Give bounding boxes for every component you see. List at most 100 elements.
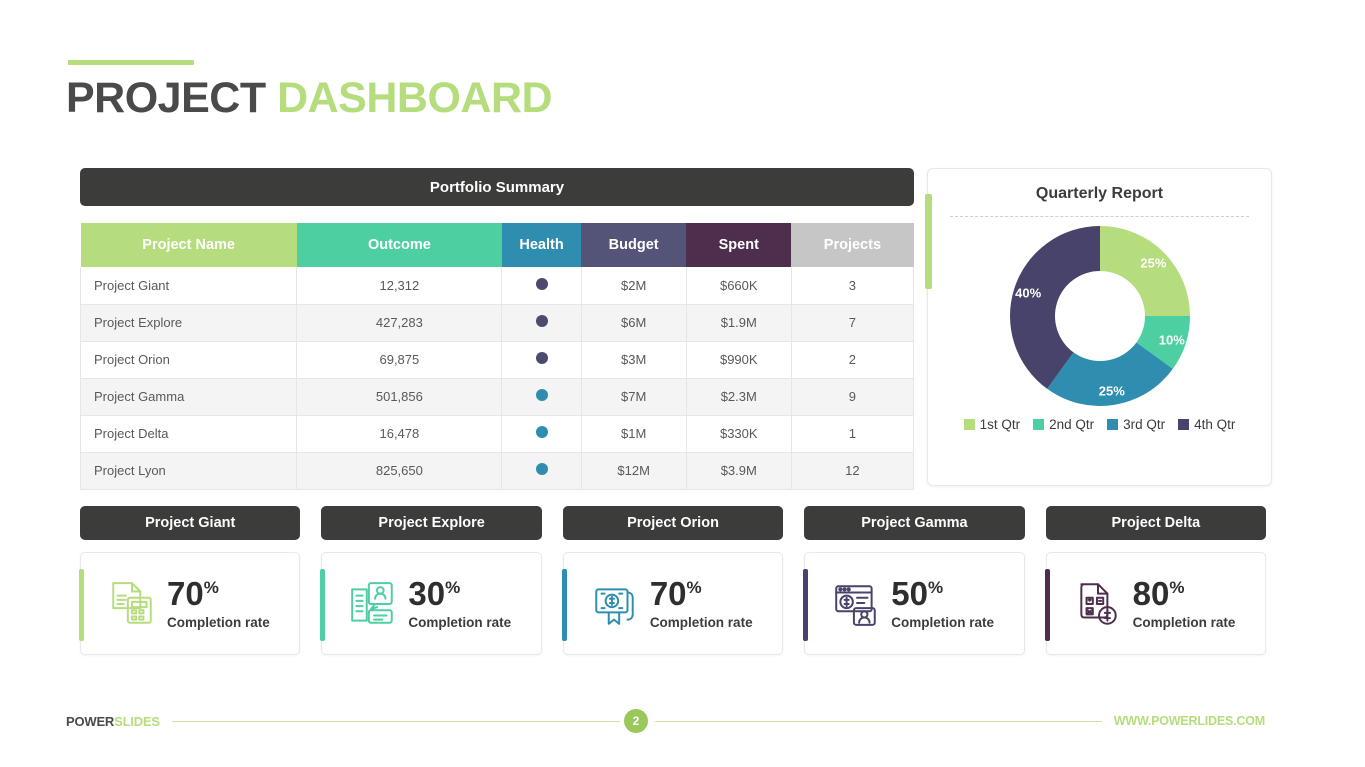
legend-label: 4th Qtr: [1194, 417, 1236, 432]
cell-health: [501, 267, 582, 305]
cell-budget: $7M: [581, 378, 687, 416]
completion-percent: 70%: [649, 575, 702, 612]
health-status-dot: [535, 277, 548, 290]
cell-spent: $660K: [686, 267, 792, 305]
cell-project-name: Project Giant: [79, 267, 298, 305]
health-status-dot: [535, 352, 548, 364]
cell-projects: 1: [791, 415, 915, 453]
cell-budget: $3M: [581, 341, 687, 379]
cell-spent: $990K: [686, 341, 792, 379]
book-profile-icon: [351, 581, 394, 624]
donut-chart-wrap: 25% 10% 25% 40%: [928, 221, 1271, 411]
browser-payment-person-icon: [835, 584, 876, 626]
legend-swatch-icon: [1178, 419, 1190, 430]
cell-budget: $6M: [581, 304, 687, 342]
brand-part1: POWER: [66, 714, 115, 729]
project-card-accent-bar: [79, 569, 84, 641]
cell-spent: $330K: [686, 415, 792, 453]
column-header-budget[interactable]: Budget: [581, 223, 687, 267]
cell-budget: $1M: [581, 415, 687, 453]
cell-projects: 2: [791, 341, 915, 379]
money-certificate-icon: [595, 587, 634, 625]
completion-label: Completion rate: [1132, 615, 1236, 630]
percent-symbol: %: [927, 578, 944, 597]
percent-symbol: %: [203, 578, 219, 597]
cell-health: [501, 378, 582, 416]
donut-chart: 25% 10% 25% 40%: [1009, 226, 1190, 406]
portfolio-panel-title: Portfolio Summary: [80, 168, 914, 206]
legend-item[interactable]: 2nd Qtr: [1033, 417, 1094, 432]
health-status-dot: [535, 315, 548, 327]
project-card-title[interactable]: Project Gamma: [804, 506, 1025, 540]
cell-outcome: 69,875: [296, 341, 503, 379]
column-header-projects[interactable]: Projects: [791, 223, 914, 267]
completion-percent: 70%: [167, 575, 219, 612]
column-header-outcome[interactable]: Outcome: [296, 223, 502, 267]
project-card: Project Gamma 50% Completion rate: [803, 506, 1025, 655]
cell-projects: 3: [791, 267, 915, 305]
completion-label: Completion rate: [167, 615, 270, 630]
percent-symbol: %: [686, 578, 702, 597]
page-title-part1: PROJECT: [66, 74, 266, 122]
completion-label: Completion rate: [408, 615, 512, 630]
percent-symbol: %: [445, 578, 461, 597]
project-card-title[interactable]: Project Delta: [1045, 506, 1267, 540]
legend-label: 2nd Qtr: [1049, 417, 1095, 432]
table-row[interactable]: Project Explore 427,283 $6M $1.9M 7: [79, 304, 915, 342]
cell-project-name: Project Explore: [79, 304, 298, 342]
project-card: Project Delta 80% Completion rate: [1044, 506, 1267, 655]
project-card-title[interactable]: Project Explore: [321, 506, 542, 540]
column-header-health[interactable]: Health: [501, 223, 582, 267]
project-card-accent-bar: [803, 569, 809, 641]
legend-item[interactable]: 4th Qtr: [1178, 417, 1235, 432]
cell-outcome: 825,650: [296, 452, 503, 490]
chart-legend: 1st Qtr 2nd Qtr 3rd Qtr 4th Qtr: [928, 417, 1271, 432]
project-card-accent-bar: [561, 569, 567, 641]
project-card-title[interactable]: Project Orion: [562, 506, 784, 540]
project-card-body: 70% Completion rate: [561, 552, 784, 655]
quarterly-report-title: Quarterly Report: [1035, 185, 1164, 202]
table-row[interactable]: Project Gamma 501,856 $7M $2.3M 9: [79, 378, 915, 416]
document-calculator-icon: [112, 581, 152, 624]
cell-projects: 7: [791, 304, 915, 342]
legend-item[interactable]: 1st Qtr: [963, 417, 1020, 432]
cell-health: [501, 304, 582, 342]
completion-percent: 30%: [408, 575, 461, 612]
cell-spent: $2.3M: [686, 378, 792, 416]
table-row[interactable]: Project Delta 16,478 $1M $330K 1: [79, 415, 915, 453]
cell-outcome: 12,312: [296, 267, 503, 305]
slide-root: PROJECT DASHBOARD Portfolio Summary Proj…: [0, 0, 1365, 767]
cell-project-name: Project Gamma: [79, 378, 298, 416]
completion-label: Completion rate: [891, 615, 994, 630]
footer-rule-left: [172, 721, 620, 722]
cell-projects: 12: [791, 452, 915, 490]
health-status-dot: [535, 463, 548, 475]
title-accent-rule: [68, 60, 194, 65]
cell-outcome: 427,283: [296, 304, 503, 342]
project-card-accent-bar: [320, 569, 326, 641]
project-card-title[interactable]: Project Giant: [80, 506, 301, 540]
project-card-text: 30% Completion rate: [408, 577, 511, 630]
project-card-text: 80% Completion rate: [1133, 577, 1236, 630]
percent-symbol: %: [1169, 578, 1185, 597]
donut-slice[interactable]: [1099, 226, 1190, 316]
project-card-text: 70% Completion rate: [167, 577, 270, 630]
cell-health: [501, 452, 582, 490]
column-header-spent[interactable]: Spent: [686, 223, 792, 267]
page-number-badge: 2: [624, 709, 648, 733]
legend-item[interactable]: 3rd Qtr: [1107, 417, 1165, 432]
cell-project-name: Project Delta: [79, 415, 298, 453]
cell-budget: $12M: [581, 452, 687, 490]
column-header-project-name[interactable]: Project Name: [80, 223, 297, 267]
quarterly-divider: [950, 216, 1249, 217]
project-card-text: 70% Completion rate: [650, 577, 753, 630]
page-title-part2: DASHBOARD: [277, 74, 553, 122]
table-row[interactable]: Project Orion 69,875 $3M $990K 2: [79, 341, 915, 379]
table-row[interactable]: Project Lyon 825,650 $12M $3.9M 12: [79, 452, 915, 490]
brand-part2: SLIDES: [114, 714, 160, 729]
legend-swatch-icon: [963, 419, 975, 430]
table-row[interactable]: Project Giant 12,312 $2M $660K 3: [79, 267, 915, 305]
project-card-text: 50% Completion rate: [891, 577, 994, 630]
cell-health: [501, 415, 582, 453]
project-card: Project Explore 30% Completion rate: [320, 506, 542, 655]
